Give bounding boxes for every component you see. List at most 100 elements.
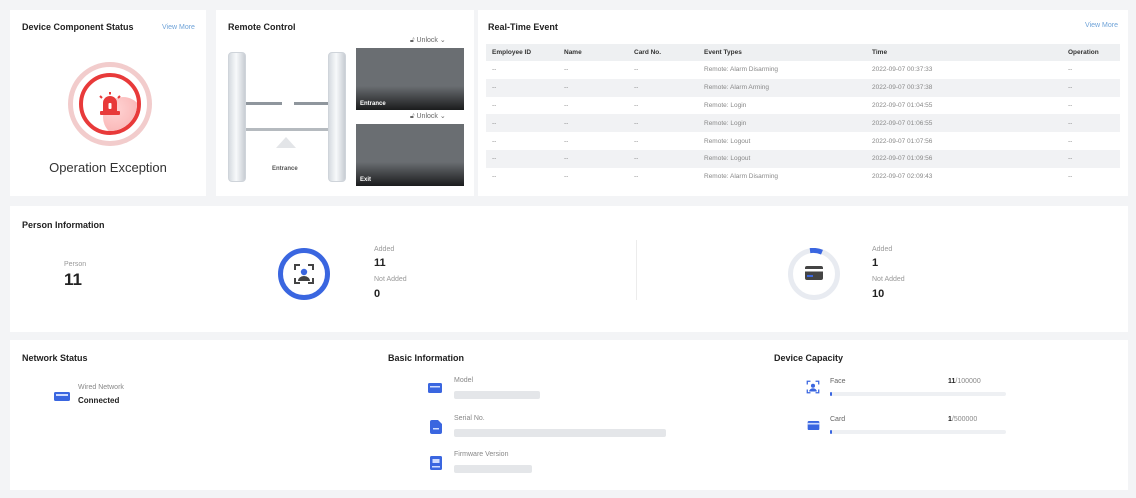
face-capacity-total: /100000 xyxy=(955,378,981,385)
face-capacity-count: 11/100000 xyxy=(948,378,981,385)
cell-name: -- xyxy=(564,101,569,109)
cell-employee-id: -- xyxy=(492,101,497,109)
card-capacity-progress xyxy=(830,430,1006,434)
serial-number-value-redacted xyxy=(454,429,666,437)
firmware-version-label: Firmware Version xyxy=(454,451,509,458)
cell-card-no: -- xyxy=(634,137,639,145)
cell-event-type: Remote: Logout xyxy=(698,149,866,168)
cell-employee-id: -- xyxy=(492,137,497,145)
cell-operation: -- xyxy=(1068,101,1073,109)
bottom-info-card: Network Status Wired Network Connected B… xyxy=(10,340,1128,490)
cell-operation: -- xyxy=(1068,66,1073,74)
entrance-arrow-icon xyxy=(276,137,296,148)
firmware-icon xyxy=(430,456,442,470)
gate-bar-right xyxy=(294,102,328,105)
cell-employee-id: -- xyxy=(486,78,558,97)
cell-time: 2022-09-07 01:09:56 xyxy=(866,149,1062,168)
table-row: -- -- -- Remote: Alarm Disarming 2022-09… xyxy=(486,168,1120,186)
remote-control-card: Remote Control Entrance 🔓︎ Unlock ⌄ Entr… xyxy=(216,10,474,196)
real-time-event-card: Real-Time Event View More Employee ID Na… xyxy=(478,10,1128,196)
cell-operation: -- xyxy=(1068,137,1073,145)
camera-preview-exit[interactable]: Exit xyxy=(356,124,464,186)
serial-number-icon xyxy=(430,420,442,434)
remote-control-title: Remote Control xyxy=(228,22,296,32)
cell-card-no: -- xyxy=(634,101,639,109)
cell-card-no: -- xyxy=(628,114,698,133)
cell-name: -- xyxy=(558,78,628,97)
serial-number-label: Serial No. xyxy=(454,415,485,422)
cell-time: 2022-09-07 02:09:43 xyxy=(872,173,933,181)
cell-name: -- xyxy=(564,66,569,74)
event-view-more-link[interactable]: View More xyxy=(1085,22,1118,29)
person-information-card: Person Information Person 11 Added 11 No… xyxy=(10,206,1128,332)
network-status-title: Network Status xyxy=(22,353,88,363)
unlock-icon: 🔓︎ xyxy=(410,113,415,120)
cell-name: -- xyxy=(558,149,628,168)
device-capacity-title: Device Capacity xyxy=(774,353,844,363)
wired-network-icon xyxy=(54,392,70,401)
unlock-button-entrance[interactable]: 🔓︎ Unlock ⌄ xyxy=(410,36,446,45)
table-row: -- -- -- Remote: Logout 2022-09-07 01:07… xyxy=(486,132,1120,150)
card-added-label: Added xyxy=(872,246,893,253)
cell-time: 2022-09-07 01:06:55 xyxy=(866,114,1062,133)
table-row: -- -- -- Remote: Alarm Disarming 2022-09… xyxy=(486,61,1120,79)
face-added-value: 11 xyxy=(374,257,386,269)
gate-bar-lower xyxy=(246,128,328,131)
chevron-down-icon: ⌄ xyxy=(439,113,446,120)
cell-name: -- xyxy=(564,137,569,145)
column-event-types: Event Types xyxy=(698,44,866,61)
device-component-status-card: Device Component Status View More Operat… xyxy=(10,10,206,196)
camera-preview-entrance[interactable]: Entrance xyxy=(356,48,464,110)
cell-operation: -- xyxy=(1062,114,1120,133)
face-not-added-label: Not Added xyxy=(374,276,407,283)
card-capacity-count: 1/500000 xyxy=(948,416,977,423)
firmware-version-value-redacted xyxy=(454,465,532,473)
camera-exit-label: Exit xyxy=(360,177,372,183)
column-employee-id: Employee ID xyxy=(486,44,558,61)
cell-card-no: -- xyxy=(634,173,639,181)
gate-bar-left xyxy=(246,102,282,105)
gate-entrance-label: Entrance xyxy=(272,166,298,172)
cell-event-type: Remote: Alarm Arming xyxy=(698,78,866,97)
cell-event-type: Remote: Alarm Disarming xyxy=(704,173,779,181)
chevron-down-icon: ⌄ xyxy=(439,37,446,44)
unlock-label: Unlock xyxy=(416,37,438,44)
cell-operation: -- xyxy=(1062,78,1120,97)
cell-employee-id: -- xyxy=(486,114,558,133)
unlock-button-exit[interactable]: 🔓︎ Unlock ⌄ xyxy=(410,112,446,121)
unlock-icon: 🔓︎ xyxy=(410,37,415,44)
face-capacity-progress-fill xyxy=(830,392,832,396)
card-capacity-label: Card xyxy=(830,416,846,423)
cell-event-type: Remote: Alarm Disarming xyxy=(704,66,779,74)
cell-event-type: Remote: Login xyxy=(704,101,747,109)
real-time-event-title: Real-Time Event xyxy=(488,22,558,32)
card-capacity-icon xyxy=(807,420,820,431)
camera-entrance-label: Entrance xyxy=(360,101,386,107)
cell-operation: -- xyxy=(1068,173,1073,181)
card-not-added-value: 10 xyxy=(872,288,885,300)
cell-time: 2022-09-07 00:37:33 xyxy=(872,66,933,74)
cell-event-type: Remote: Logout xyxy=(704,137,751,145)
cell-card-no: -- xyxy=(628,149,698,168)
face-capacity-progress xyxy=(830,392,1006,396)
wired-network-label: Wired Network xyxy=(78,384,124,391)
face-not-added-value: 0 xyxy=(374,288,381,300)
cell-employee-id: -- xyxy=(486,149,558,168)
card-capacity-progress-fill xyxy=(830,430,832,434)
card-not-added-label: Not Added xyxy=(872,276,905,283)
status-ring xyxy=(68,62,152,146)
face-capacity-icon xyxy=(806,380,820,394)
cell-employee-id: -- xyxy=(492,173,497,181)
face-added-label: Added xyxy=(374,246,395,253)
gate-pillar-left xyxy=(228,52,246,182)
table-row: -- -- -- Remote: Logout 2022-09-07 01:09… xyxy=(486,149,1120,168)
face-progress-ring xyxy=(278,248,330,300)
device-status-view-more-link[interactable]: View More xyxy=(162,24,195,31)
table-row: -- -- -- Remote: Alarm Arming 2022-09-07… xyxy=(486,78,1120,97)
person-count: 11 xyxy=(64,270,82,289)
table-row: -- -- -- Remote: Login 2022-09-07 01:04:… xyxy=(486,97,1120,115)
event-table: Employee ID Name Card No. Event Types Ti… xyxy=(486,44,1120,186)
column-name: Name xyxy=(558,44,628,61)
cell-card-no: -- xyxy=(634,66,639,74)
table-header-row: Employee ID Name Card No. Event Types Ti… xyxy=(486,44,1120,61)
